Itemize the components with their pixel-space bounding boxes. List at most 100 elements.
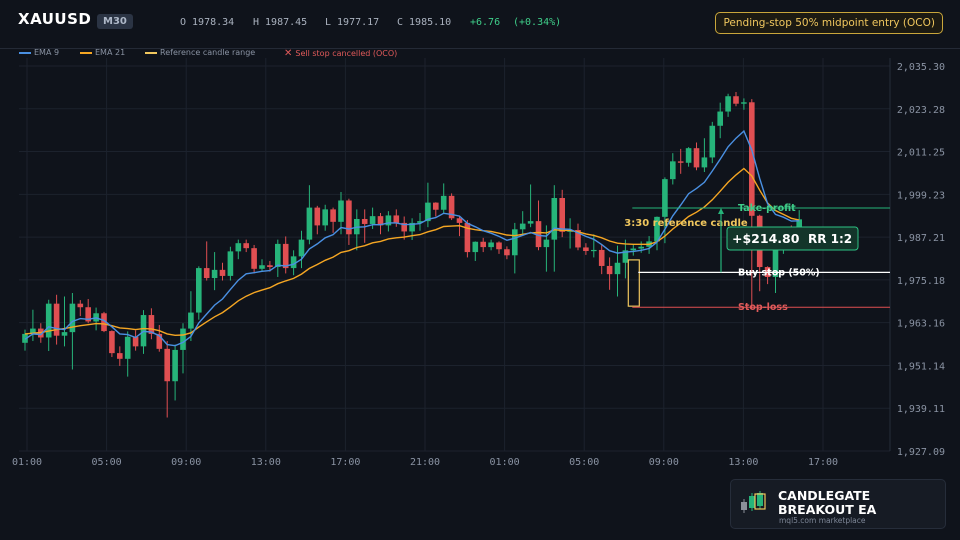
candle-body [148, 315, 155, 334]
candle-body [685, 148, 692, 163]
candle [630, 244, 637, 256]
x-tick-label: 13:00 [728, 457, 758, 468]
candle-body [338, 200, 344, 222]
candle [124, 331, 131, 377]
candle [512, 222, 518, 274]
candle-body [527, 221, 534, 224]
reference-candle-box [627, 259, 640, 307]
pnl-value: +$214.80 [732, 231, 800, 246]
candle-body [109, 331, 115, 354]
product-name: CANDLEGATE BREAKOUT EA [778, 488, 877, 517]
candle-body [61, 332, 68, 336]
candle [433, 202, 439, 217]
buy-stop-label: Buy stop (50%) [738, 267, 820, 278]
candle-body [219, 269, 226, 276]
candle [322, 204, 328, 231]
candle [567, 218, 573, 249]
stop-loss-label: Stop-loss [738, 302, 788, 313]
candle-body [196, 268, 202, 313]
candle-body [512, 229, 518, 256]
candle [733, 91, 739, 107]
candle [109, 330, 115, 358]
candle-body [741, 102, 747, 104]
candle [117, 346, 123, 366]
x-tick-label: 13:00 [251, 457, 281, 468]
candlestick-logo-icon [741, 491, 766, 513]
candle-body [251, 248, 257, 269]
candle-body [243, 243, 249, 249]
candle [701, 138, 708, 173]
candle [61, 296, 68, 347]
candle [330, 207, 336, 233]
candle-body [267, 265, 273, 268]
y-tick-label: 1,963.16 [897, 319, 945, 330]
y-tick-label: 1,975.18 [897, 276, 945, 287]
candle-body [591, 249, 597, 252]
candle-body [227, 251, 234, 276]
candle [606, 257, 613, 290]
candle [448, 193, 455, 221]
candle-body [496, 242, 502, 250]
x-tick-label: 09:00 [649, 457, 679, 468]
candle-body [393, 215, 400, 223]
x-tick-label: 01:00 [12, 457, 42, 468]
candle-body [606, 265, 613, 275]
candle-body [559, 197, 565, 232]
candle-body [519, 223, 526, 230]
candles [22, 91, 802, 418]
branding-card[interactable]: CANDLEGATE BREAKOUT EA mql5.com marketpl… [730, 479, 946, 529]
candle-body [77, 303, 84, 308]
candle [670, 153, 676, 185]
take-profit-label: Take-profit [738, 203, 796, 214]
candle [45, 299, 52, 351]
candle [440, 183, 447, 214]
candle-body [701, 157, 708, 168]
candle-body [117, 353, 123, 359]
candle-body [725, 96, 731, 112]
candle [464, 220, 471, 258]
candle-body [693, 148, 700, 168]
candle-body [638, 246, 644, 249]
candle-body [164, 348, 170, 382]
candle [346, 198, 352, 245]
candle-body [259, 265, 265, 269]
candle-body [583, 247, 589, 252]
candle-body [298, 239, 305, 257]
candle [243, 239, 249, 253]
candle-body [211, 269, 218, 279]
x-tick-label: 21:00 [410, 457, 440, 468]
candle-body [614, 262, 621, 275]
candle [685, 147, 692, 167]
candle-body [709, 125, 716, 158]
candle-body [670, 161, 676, 180]
arrow-up-icon [718, 207, 724, 214]
candle [203, 241, 210, 281]
candle [598, 244, 605, 275]
candle-body [330, 209, 336, 222]
candle-body [53, 303, 60, 336]
candle-body [282, 243, 289, 269]
candle-body [717, 111, 723, 126]
candle [527, 184, 534, 228]
x-tick-label: 05:00 [569, 457, 599, 468]
x-tick-label: 09:00 [171, 457, 201, 468]
y-tick-label: 1,999.23 [897, 190, 945, 201]
y-tick-label: 1,939.11 [897, 404, 945, 415]
candle [227, 246, 234, 281]
candle [172, 344, 178, 401]
candle [496, 241, 502, 254]
product-url[interactable]: mql5.com marketplace [779, 516, 866, 525]
time-axis: 01:00 05:00 09:00 13:00 17:00 21:00 01:00 05:00… [12, 457, 838, 468]
candle-body [361, 218, 368, 224]
x-tick-label: 17:00 [808, 457, 838, 468]
price-chart[interactable]: 2,035.30 2,023.28 2,011.25 1,999.23 1,987.21… [0, 0, 960, 540]
candle-body [306, 207, 313, 240]
candle [69, 292, 76, 370]
candle [393, 209, 400, 227]
candle [488, 239, 494, 251]
candle [164, 341, 170, 418]
candle-body [440, 195, 447, 210]
candle [741, 98, 747, 110]
candle [30, 309, 36, 342]
candle [298, 230, 305, 269]
